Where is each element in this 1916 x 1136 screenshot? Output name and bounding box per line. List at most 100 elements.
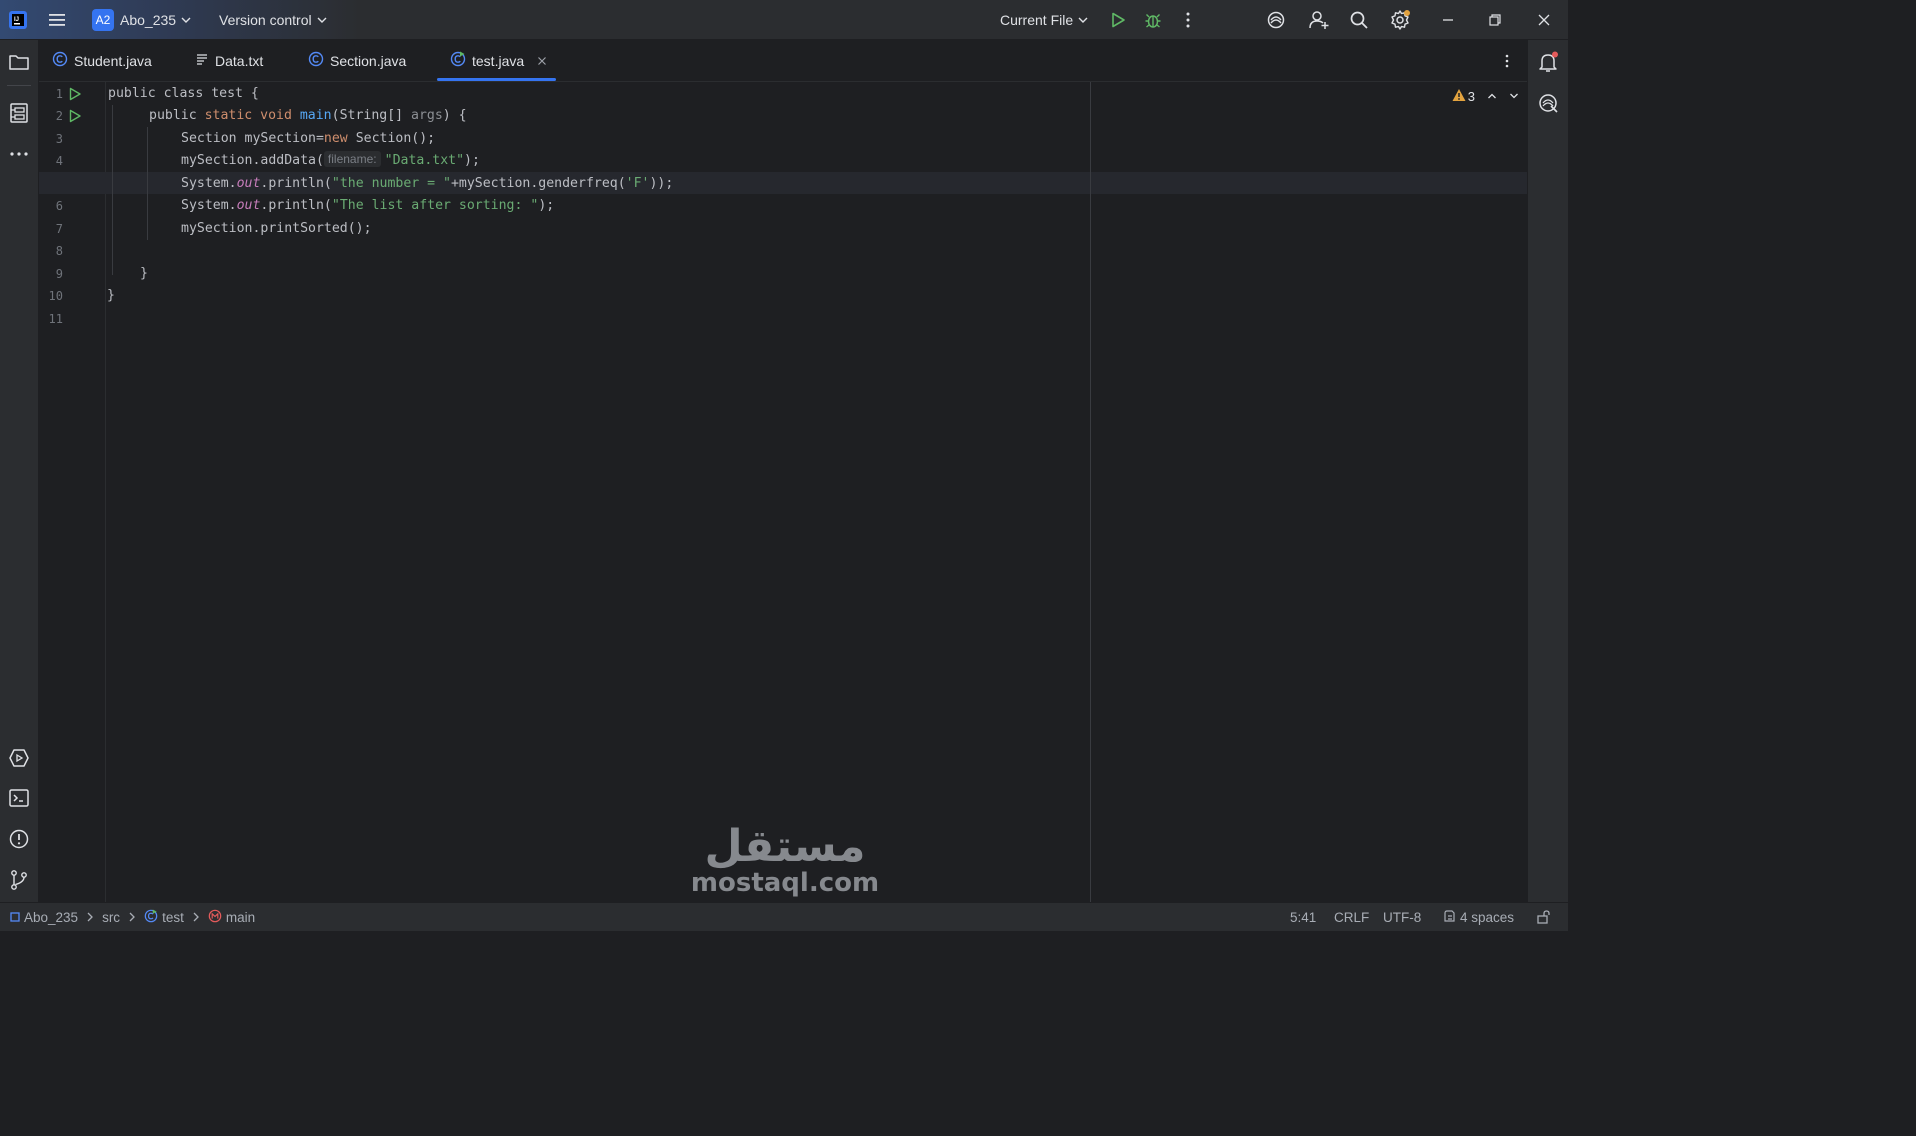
title-bar: IJ A2 Abo_235 Version control Current Fi… xyxy=(0,0,1568,40)
text-file-icon xyxy=(195,52,209,69)
class-icon xyxy=(308,51,324,70)
indent-setting[interactable]: 4 spaces xyxy=(1442,903,1514,931)
chevron-right-icon xyxy=(86,910,94,925)
code-with-me-icon[interactable] xyxy=(1308,0,1330,39)
breadcrumb: Abo_235 src test main xyxy=(10,903,255,931)
tab-label: Data.txt xyxy=(215,52,264,69)
chevron-right-icon xyxy=(192,910,200,925)
watermark-latin: mostaql.com xyxy=(690,868,880,898)
code-line-2: public static void main(String[] args) { xyxy=(149,108,467,123)
inspection-widget[interactable]: 3 xyxy=(1452,88,1519,105)
run-config-label: Current File xyxy=(1000,11,1074,28)
code-line-9: } xyxy=(140,266,148,281)
class-icon xyxy=(144,908,158,926)
readonly-lock-icon[interactable] xyxy=(1536,903,1552,931)
more-actions-icon[interactable] xyxy=(1180,0,1196,39)
structure-icon[interactable] xyxy=(7,101,31,125)
indent-guide xyxy=(112,105,113,275)
left-tool-strip xyxy=(0,40,39,902)
project-folder-icon[interactable] xyxy=(7,50,31,74)
notifications-bell-icon[interactable] xyxy=(1536,50,1560,74)
warning-icon xyxy=(1452,88,1466,105)
code-line-3: Section mySection=new Section(); xyxy=(181,131,436,146)
line-number: 11 xyxy=(48,312,63,326)
more-tools-icon[interactable] xyxy=(7,142,31,166)
tab-test-java[interactable]: test.java xyxy=(437,40,556,81)
class-runnable-icon xyxy=(450,51,466,70)
indent-label: 4 spaces xyxy=(1460,909,1515,925)
chevron-up-icon[interactable] xyxy=(1487,89,1497,104)
vcs-selector[interactable]: Version control xyxy=(219,0,327,39)
tab-label: Section.java xyxy=(330,52,407,69)
tab-data-txt[interactable]: Data.txt xyxy=(195,40,263,81)
code-line-6: System.out.println("The list after sorti… xyxy=(181,198,555,213)
watermark-arabic: مستقل xyxy=(704,821,866,872)
close-tab-icon[interactable] xyxy=(537,53,547,69)
run-config-selector[interactable]: Current File xyxy=(1000,0,1088,39)
project-selector[interactable]: A2 Abo_235 xyxy=(92,0,191,39)
indent-icon xyxy=(1442,909,1456,926)
restore-icon[interactable] xyxy=(1488,0,1502,39)
class-icon xyxy=(52,51,68,70)
line-number: 9 xyxy=(55,267,63,281)
line-number: 4 xyxy=(55,154,63,168)
mostaql-watermark: مستقل mostaql.com xyxy=(689,821,881,898)
tab-section-java[interactable]: Section.java xyxy=(308,40,406,81)
file-encoding[interactable]: UTF-8 xyxy=(1383,903,1421,931)
code-line-10: } xyxy=(107,288,115,303)
tab-options-icon[interactable] xyxy=(1500,40,1514,81)
line-number: 6 xyxy=(55,199,63,213)
breadcrumb-method[interactable]: main xyxy=(226,910,255,925)
vcs-label: Version control xyxy=(219,11,312,28)
right-tool-strip xyxy=(1527,40,1568,902)
indent-guide xyxy=(147,127,148,240)
project-name: Abo_235 xyxy=(120,11,177,28)
line-number: 10 xyxy=(48,289,63,303)
line-number: 3 xyxy=(55,132,63,146)
line-number: 7 xyxy=(55,222,63,236)
code-editor[interactable]: public class test { public static void m… xyxy=(39,82,1527,902)
close-window-icon[interactable] xyxy=(1537,0,1551,39)
main-menu-icon[interactable] xyxy=(47,0,67,39)
code-line-1: public class test { xyxy=(108,86,259,101)
module-icon xyxy=(10,910,20,925)
line-number: 1 xyxy=(55,87,63,101)
chevron-down-icon xyxy=(181,12,191,28)
line-number: 2 xyxy=(55,109,63,123)
parameter-hint: filename: xyxy=(323,151,381,167)
editor-gutter: 1 2 3 4 5 6 7 8 9 10 11 xyxy=(39,82,106,902)
method-icon xyxy=(208,909,222,926)
ai-assistant-icon[interactable] xyxy=(1266,0,1286,39)
warnings-count: 3 xyxy=(1467,89,1475,104)
breadcrumb-class[interactable]: test xyxy=(162,910,184,925)
breadcrumb-project[interactable]: Abo_235 xyxy=(24,910,78,925)
terminal-icon[interactable] xyxy=(7,786,31,810)
line-separator[interactable]: CRLF xyxy=(1334,903,1369,931)
code-line-4: mySection.addData(filename: "Data.txt"); xyxy=(181,151,480,168)
code-line-5: System.out.println("the number = "+mySec… xyxy=(181,176,674,191)
right-margin-guide xyxy=(1090,82,1091,902)
settings-gear-icon[interactable] xyxy=(1389,0,1411,39)
breadcrumb-src[interactable]: src xyxy=(102,910,120,925)
project-badge: A2 xyxy=(92,8,114,31)
git-branch-icon[interactable] xyxy=(7,868,31,892)
chevron-down-icon[interactable] xyxy=(1509,89,1519,104)
services-icon[interactable] xyxy=(7,746,31,770)
code-line-7: mySection.printSorted(); xyxy=(181,221,372,236)
ai-chat-icon[interactable] xyxy=(1536,91,1560,115)
run-icon[interactable] xyxy=(1109,0,1127,39)
debug-icon[interactable] xyxy=(1144,0,1162,39)
tab-student-java[interactable]: Student.java xyxy=(52,40,152,81)
minimize-icon[interactable] xyxy=(1441,0,1455,39)
problems-icon[interactable] xyxy=(7,827,31,851)
chevron-down-icon xyxy=(317,12,327,28)
tab-label: test.java xyxy=(472,52,525,69)
chevron-down-icon xyxy=(1078,12,1088,28)
run-class-gutter-icon[interactable] xyxy=(68,87,82,101)
caret-position[interactable]: 5:41 xyxy=(1290,903,1316,931)
app-logo-icon[interactable]: IJ xyxy=(8,0,28,39)
svg-text:IJ: IJ xyxy=(14,17,19,23)
search-icon[interactable] xyxy=(1349,0,1369,39)
status-bar: Abo_235 src test main 5:41 CRLF UTF-8 4 … xyxy=(0,902,1568,931)
run-main-gutter-icon[interactable] xyxy=(68,109,82,123)
